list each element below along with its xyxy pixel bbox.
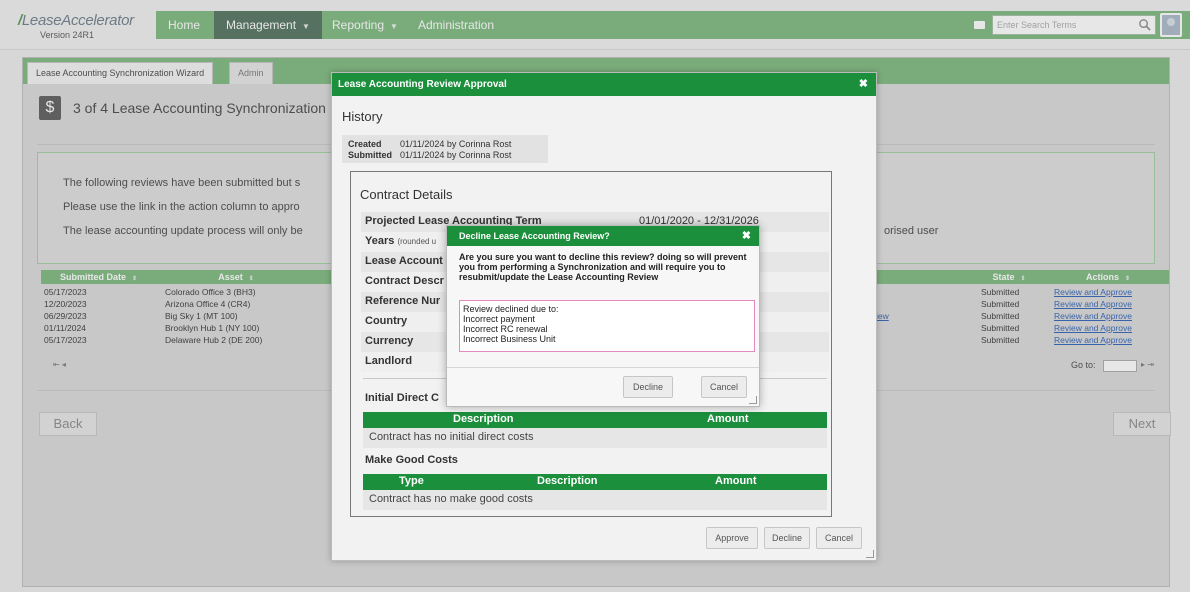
- close-icon[interactable]: ✖: [742, 226, 751, 246]
- history-submitted: Submitted 01/11/2024 by Corinna Rost: [348, 150, 512, 160]
- history-title: History: [342, 109, 383, 124]
- idc-table-header: Description Amount: [363, 412, 827, 428]
- mgc-table-header: Type Description Amount: [363, 474, 827, 490]
- contract-details-title: Contract Details: [360, 187, 453, 202]
- initial-direct-costs-title: Initial Direct C: [365, 392, 439, 404]
- dialog-cancel-button[interactable]: Cancel: [701, 376, 747, 398]
- decline-review-dialog: Decline Lease Accounting Review? ✖ Are y…: [446, 225, 760, 407]
- idc-empty-message: Contract has no initial direct costs: [363, 428, 827, 448]
- dialog-title: Decline Lease Accounting Review?: [459, 231, 610, 241]
- resize-grip-icon[interactable]: [749, 396, 757, 404]
- cancel-button[interactable]: Cancel: [816, 527, 862, 549]
- decline-comment-textarea[interactable]: Review declined due to: Incorrect paymen…: [459, 300, 755, 352]
- modal-title: Lease Accounting Review Approval: [338, 79, 507, 90]
- history-created: Created 01/11/2024 by Corinna Rost: [348, 139, 512, 149]
- approve-button[interactable]: Approve: [706, 527, 758, 549]
- decline-button[interactable]: Decline: [764, 527, 810, 549]
- make-good-costs-title: Make Good Costs: [365, 454, 458, 466]
- modal-title-bar: Lease Accounting Review Approval ✖: [332, 73, 876, 96]
- resize-grip-icon[interactable]: [866, 550, 874, 558]
- dialog-message: Are you sure you want to decline this re…: [459, 252, 747, 282]
- history-box: Created 01/11/2024 by Corinna Rost Submit…: [342, 135, 548, 163]
- close-icon[interactable]: ✖: [859, 73, 868, 96]
- dialog-decline-button[interactable]: Decline: [623, 376, 673, 398]
- divider: [447, 367, 759, 368]
- mgc-empty-message: Contract has no make good costs: [363, 490, 827, 510]
- dialog-title-bar: Decline Lease Accounting Review? ✖: [447, 226, 759, 246]
